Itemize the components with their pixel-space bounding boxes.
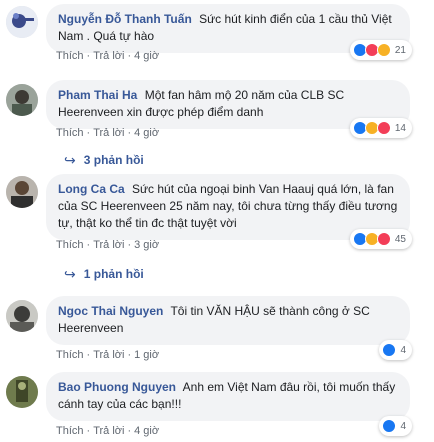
comment-actions: Thích · Trả lời · 3 giờ xyxy=(56,239,160,251)
comment-author[interactable]: Ngoc Thai Nguyen xyxy=(58,304,163,318)
comment-time[interactable]: 4 giờ xyxy=(134,50,159,62)
view-replies-link[interactable]: ↪ 1 phản hồi xyxy=(64,266,144,282)
reaction-count: 14 xyxy=(394,122,406,134)
replies-count: 3 phản hồi xyxy=(83,153,144,167)
reply-link[interactable]: Trả lời xyxy=(93,127,124,139)
comment: Bao Phuong Nguyen Anh em Việt Nam đâu rồ… xyxy=(0,372,434,440)
comment-time[interactable]: 4 giờ xyxy=(134,425,159,437)
reply-link[interactable]: Trả lời xyxy=(93,425,124,437)
avatar-image xyxy=(6,84,38,116)
comment: Long Ca Ca Sức hút của ngoại binh Van Ha… xyxy=(0,174,434,292)
comment-author[interactable]: Bao Phuong Nguyen xyxy=(58,380,176,394)
comment-time[interactable]: 3 giờ xyxy=(134,239,159,251)
reaction-count: 21 xyxy=(394,44,406,56)
comment-author[interactable]: Nguyễn Đỗ Thanh Tuấn xyxy=(58,12,192,26)
avatar[interactable] xyxy=(6,300,38,332)
comment-time[interactable]: 1 giờ xyxy=(134,349,159,361)
view-replies-link[interactable]: ↪ 3 phản hồi xyxy=(64,152,144,168)
reply-arrow-icon: ↪ xyxy=(64,266,76,282)
comment-actions: Thích · Trả lời · 4 giờ xyxy=(56,425,160,437)
avatar-image xyxy=(6,376,38,408)
avatar-image xyxy=(6,176,38,208)
reactions-summary[interactable]: 4 xyxy=(379,416,412,436)
like-link[interactable]: Thích xyxy=(56,425,84,437)
reply-arrow-icon: ↪ xyxy=(64,152,76,168)
avatar[interactable] xyxy=(6,176,38,208)
avatar-image xyxy=(6,300,38,332)
comment-bubble: Ngoc Thai Nguyen Tôi tin VĂN HẬU sẽ thàn… xyxy=(46,296,410,345)
reaction-count: 4 xyxy=(400,344,406,356)
like-link[interactable]: Thích xyxy=(56,239,84,251)
haha-icon xyxy=(376,43,391,57)
reaction-count: 4 xyxy=(400,420,406,432)
reactions-summary[interactable]: 4 xyxy=(379,340,412,360)
like-icon xyxy=(382,419,397,433)
comment: Pham Thai Ha Một fan hâm mộ 20 năm của C… xyxy=(0,80,434,170)
comment-author[interactable]: Pham Thai Ha xyxy=(58,88,137,102)
reply-link[interactable]: Trả lời xyxy=(93,349,124,361)
replies-count: 1 phản hồi xyxy=(83,267,144,281)
reply-link[interactable]: Trả lời xyxy=(93,50,124,62)
avatar[interactable] xyxy=(6,84,38,116)
love-icon xyxy=(376,121,391,135)
comment-time[interactable]: 4 giờ xyxy=(134,127,159,139)
reactions-summary[interactable]: 21 xyxy=(349,40,412,60)
reaction-count: 45 xyxy=(394,233,406,245)
comment-actions: Thích · Trả lời · 1 giờ xyxy=(56,349,160,361)
comment-bubble: Bao Phuong Nguyen Anh em Việt Nam đâu rồ… xyxy=(46,372,410,421)
like-link[interactable]: Thích xyxy=(56,349,84,361)
comment-author[interactable]: Long Ca Ca xyxy=(58,182,125,196)
like-link[interactable]: Thích xyxy=(56,50,84,62)
love-icon xyxy=(376,232,391,246)
reply-link[interactable]: Trả lời xyxy=(93,239,124,251)
like-icon xyxy=(382,343,397,357)
avatar-image xyxy=(6,6,38,38)
comment: Nguyễn Đỗ Thanh Tuấn Sức hút kinh điển c… xyxy=(0,4,434,70)
avatar[interactable] xyxy=(6,6,38,38)
avatar[interactable] xyxy=(6,376,38,408)
comment-actions: Thích · Trả lời · 4 giờ xyxy=(56,127,160,139)
reactions-summary[interactable]: 14 xyxy=(349,118,412,138)
like-link[interactable]: Thích xyxy=(56,127,84,139)
comment: Ngoc Thai Nguyen Tôi tin VĂN HẬU sẽ thàn… xyxy=(0,296,434,364)
comment-actions: Thích · Trả lời · 4 giờ xyxy=(56,50,160,62)
reactions-summary[interactable]: 45 xyxy=(349,229,412,249)
